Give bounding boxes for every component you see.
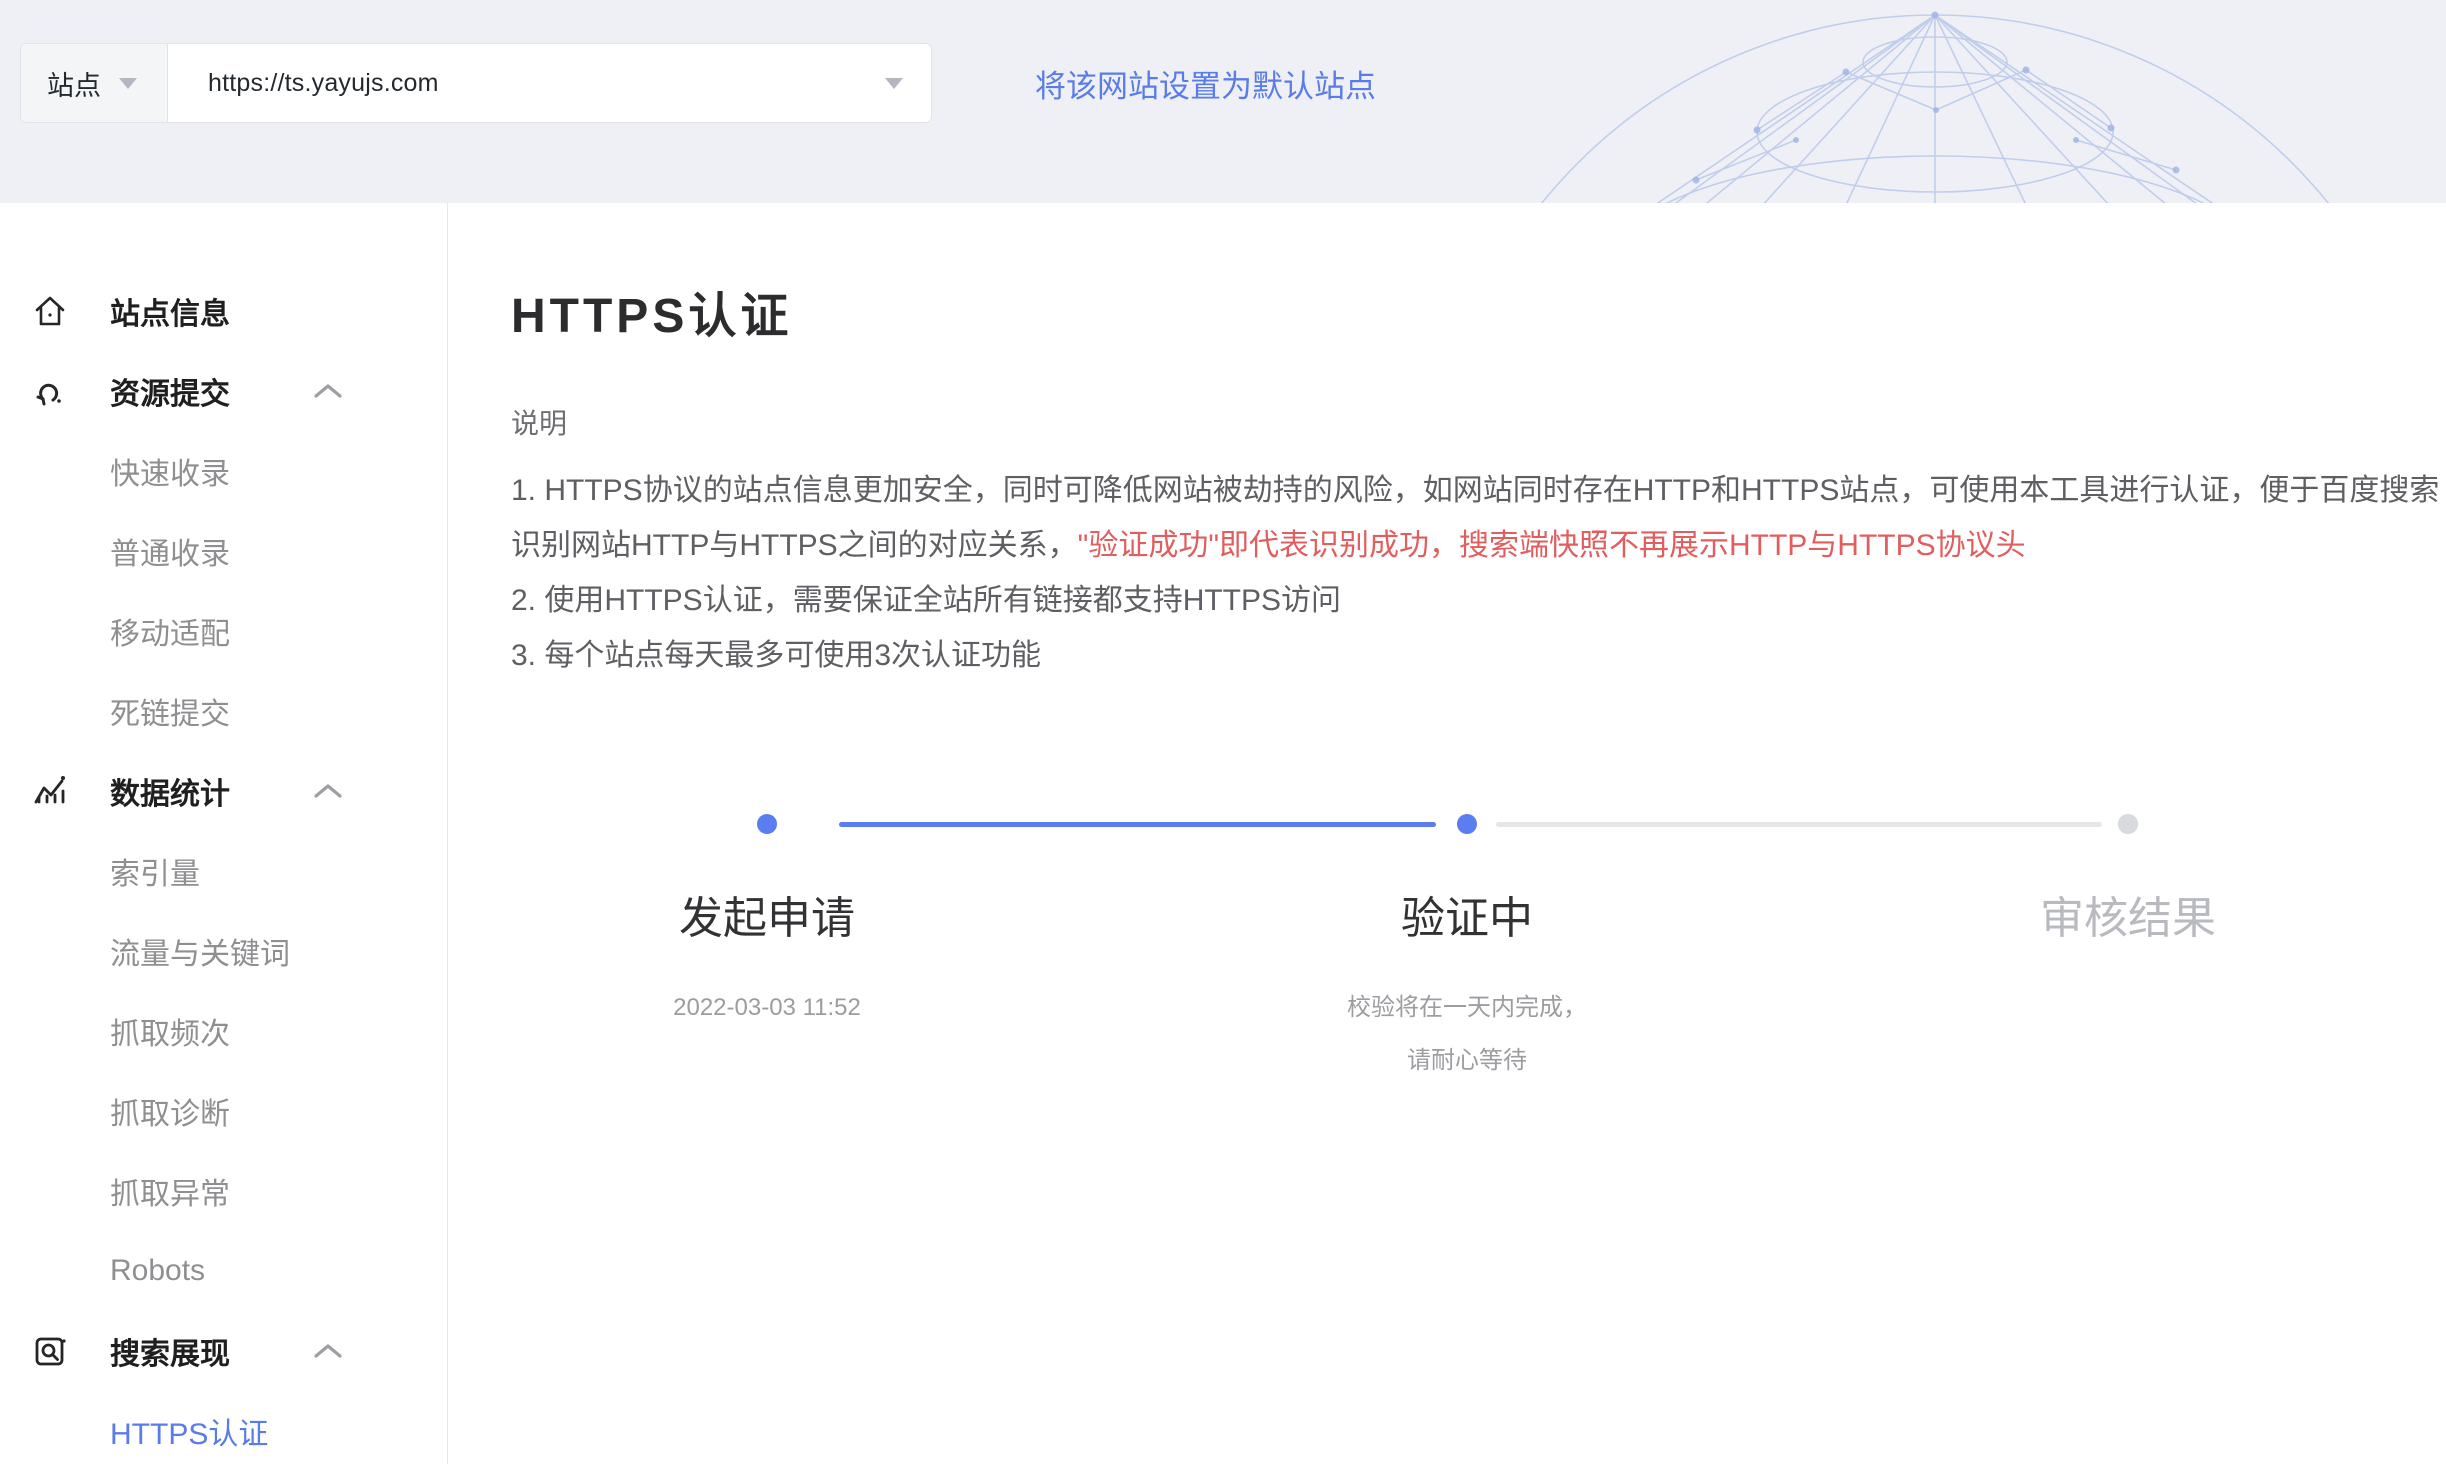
globe-wireframe-graphic — [1496, 0, 2446, 203]
sidebar-group-label: 搜索展现 — [110, 1329, 230, 1373]
step-connector-pending — [1496, 822, 2102, 827]
step-dot-pending — [2118, 814, 2138, 834]
step-dot-active — [1457, 814, 1477, 834]
step-label-review-result: 审核结果 — [1928, 893, 2328, 945]
site-type-label: 站点 — [47, 64, 101, 103]
step-verifying-hint-line2: 请耐心等待 — [1267, 1034, 1667, 1087]
chevron-up-icon[interactable] — [313, 783, 343, 800]
note1-highlight-text: "验证成功"即代表识别成功，搜索端快照不再展示HTTP与HTTPS协议头 — [1078, 529, 2026, 562]
progress-stepper: 发起申请 验证中 审核结果 2022-03-03 11:52 校验将在一天内完成… — [449, 203, 2446, 1464]
site-url-dropdown[interactable]: https://ts.yayujs.com — [168, 44, 931, 122]
main-content: HTTPS认证 说明 1. HTTPS协议的站点信息更加安全，同时可降低网站被劫… — [449, 203, 2446, 1464]
sidebar-item-robots[interactable]: Robots — [0, 1231, 447, 1311]
sidebar-item-dead-link[interactable]: 死链提交 — [0, 671, 447, 751]
sidebar-nav: 站点信息 资源提交 快速收录 普通收录 移动适配 死链提交 数据统计 — [0, 203, 448, 1464]
sidebar-item-quick-include[interactable]: 快速收录 — [0, 431, 447, 511]
step-dot-done — [757, 814, 777, 834]
sidebar-group-label: 资源提交 — [110, 369, 230, 413]
chevron-up-icon[interactable] — [313, 383, 343, 400]
search-display-icon — [32, 1333, 68, 1369]
site-url-value: https://ts.yayujs.com — [208, 69, 439, 98]
resource-submit-icon — [32, 373, 68, 409]
sidebar-item-normal-include[interactable]: 普通收录 — [0, 511, 447, 591]
sidebar-item-traffic-keywords[interactable]: 流量与关键词 — [0, 911, 447, 991]
chevron-down-icon — [119, 78, 137, 89]
site-type-dropdown[interactable]: 站点 — [21, 44, 168, 122]
step-connector-done — [839, 822, 1436, 827]
site-selector: 站点 https://ts.yayujs.com — [20, 43, 932, 123]
chevron-up-icon[interactable] — [313, 1343, 343, 1360]
set-default-site-link[interactable]: 将该网站设置为默认站点 — [1035, 0, 1376, 166]
step-label-apply: 发起申请 — [567, 893, 967, 945]
notes-label: 说明 — [511, 407, 2446, 441]
sidebar-item-crawl-diagnosis[interactable]: 抓取诊断 — [0, 1071, 447, 1151]
sidebar-item-mobile-adapt[interactable]: 移动适配 — [0, 591, 447, 671]
data-stats-icon — [32, 773, 68, 809]
sidebar-group-search-display[interactable]: 搜索展现 — [0, 1311, 447, 1391]
sidebar-item-crawl-frequency[interactable]: 抓取频次 — [0, 991, 447, 1071]
sidebar-item-crawl-anomaly[interactable]: 抓取异常 — [0, 1151, 447, 1231]
note3-text: 3. 每个站点每天最多可使用3次认证功能 — [511, 628, 2441, 683]
step-verifying-hint-line1: 校验将在一天内完成， — [1267, 981, 1667, 1034]
sidebar-group-label: 数据统计 — [110, 769, 230, 813]
sidebar-item-site-info[interactable]: 站点信息 — [0, 271, 447, 351]
top-header-bar: 站点 https://ts.yayujs.com 将该网站设置为默认站点 — [0, 0, 2446, 203]
sidebar-item-https-cert[interactable]: HTTPS认证 — [0, 1391, 447, 1471]
home-icon — [32, 293, 68, 329]
chevron-down-icon — [885, 78, 903, 89]
step-label-verifying: 验证中 — [1267, 893, 1667, 945]
sidebar-group-data-stats[interactable]: 数据统计 — [0, 751, 447, 831]
sidebar-group-resource-submit[interactable]: 资源提交 — [0, 351, 447, 431]
step-verifying-hint: 校验将在一天内完成， 请耐心等待 — [1267, 981, 1667, 1087]
sidebar-item-label: 站点信息 — [110, 289, 230, 333]
page-title: HTTPS认证 — [511, 289, 2446, 345]
note2-text: 2. 使用HTTPS认证，需要保证全站所有链接都支持HTTPS访问 — [511, 573, 2441, 628]
sidebar-item-index-volume[interactable]: 索引量 — [0, 831, 447, 911]
step-apply-timestamp: 2022-03-03 11:52 — [567, 981, 967, 1034]
notes-paragraph: 1. HTTPS协议的站点信息更加安全，同时可降低网站被劫持的风险，如网站同时存… — [511, 463, 2441, 573]
